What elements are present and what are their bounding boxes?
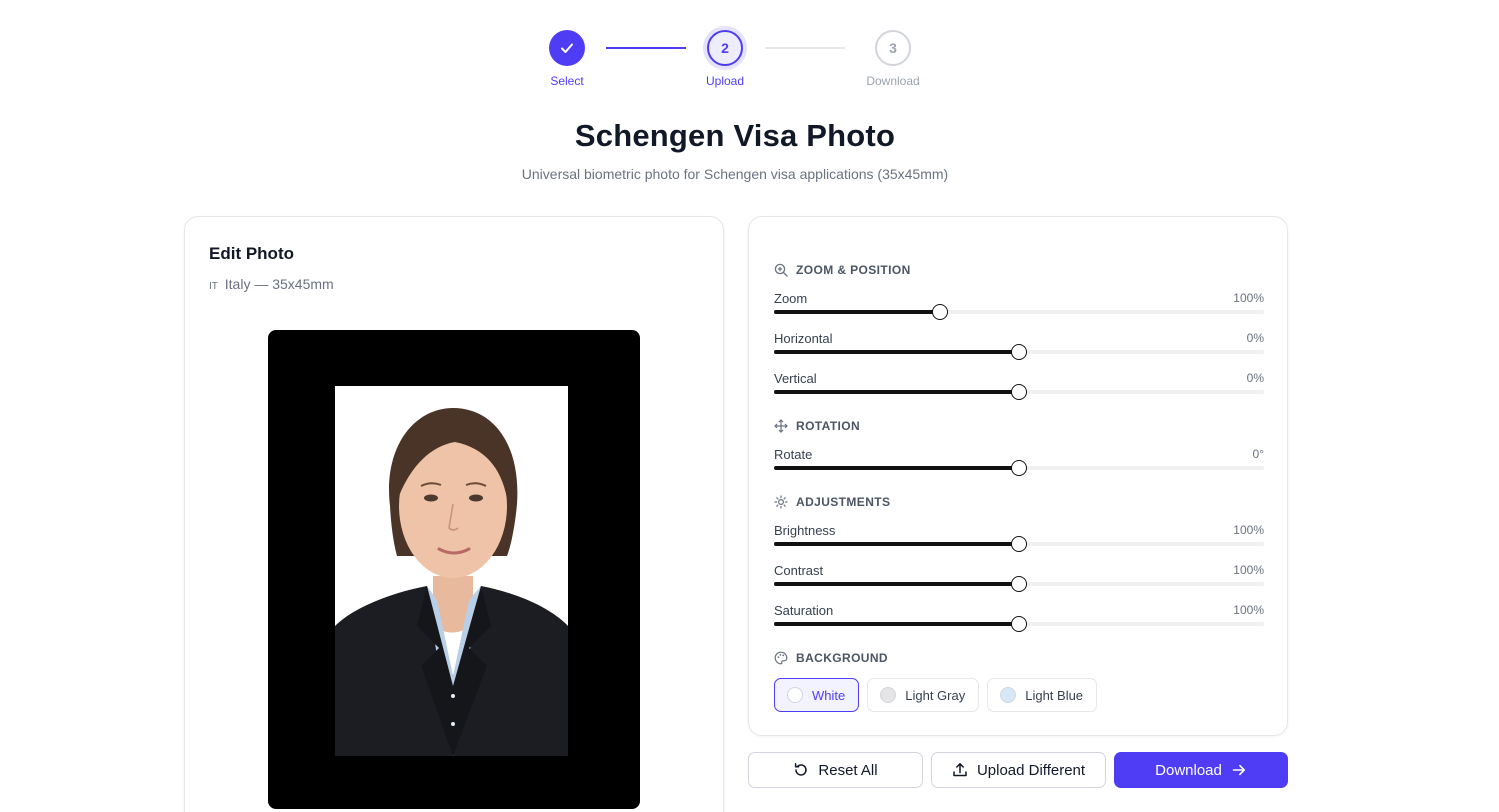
light-gray-swatch (880, 687, 897, 703)
contrast-slider-value: 100% (1233, 563, 1264, 577)
portrait-photo[interactable] (335, 386, 568, 756)
upload-icon (952, 762, 968, 778)
rotate-slider[interactable]: Rotate 0° (774, 447, 1264, 483)
saturation-slider-label: Saturation (774, 603, 834, 618)
background-heading-text: BACKGROUND (796, 651, 888, 665)
slider-track[interactable] (774, 536, 1264, 552)
step-download-label: Download (866, 74, 920, 88)
slider-thumb[interactable] (1011, 576, 1027, 592)
slider-track[interactable] (774, 460, 1264, 476)
palette-icon (774, 651, 788, 665)
adjustments-card: ZOOM & POSITION Zoom 100% Horizontal 0% … (748, 216, 1288, 736)
reset-icon (793, 762, 809, 778)
saturation-slider[interactable]: Saturation 100% (774, 603, 1264, 639)
arrow-right-icon (1231, 762, 1247, 778)
portrait-image (335, 386, 568, 756)
download-label: Download (1155, 761, 1222, 779)
rotate-slider-value: 0° (1252, 447, 1264, 461)
photo-editor-page: Select 2 Upload 3 Download Schengen Visa… (0, 0, 1499, 812)
step-upload[interactable]: 2 Upload (685, 30, 765, 88)
bg-option-light-blue-label: Light Blue (1025, 687, 1084, 703)
page-title: Schengen Visa Photo (574, 118, 896, 153)
slider-fill (774, 310, 940, 314)
bg-option-white-label: White (812, 687, 846, 703)
slider-track[interactable] (774, 384, 1264, 400)
rotation-heading: ROTATION (774, 419, 860, 433)
bg-option-white[interactable]: White (774, 678, 860, 712)
step-select[interactable]: Select (527, 30, 607, 88)
rotation-heading-text: ROTATION (796, 419, 861, 433)
contrast-slider-label: Contrast (774, 563, 824, 578)
background-options: White Light Gray Light Blue (774, 678, 1098, 712)
page-subtitle: Universal biometric photo for Schengen v… (521, 166, 949, 182)
slider-track[interactable] (774, 344, 1264, 360)
photo-preview[interactable] (268, 330, 640, 809)
contrast-slider[interactable]: Contrast 100% (774, 563, 1264, 599)
slider-fill (774, 466, 1019, 470)
zoom-slider-label: Zoom (774, 291, 808, 306)
bg-option-light-gray[interactable]: Light Gray (867, 678, 980, 712)
step-select-label: Select (550, 74, 584, 88)
brightness-slider[interactable]: Brightness 100% (774, 523, 1264, 559)
brightness-slider-label: Brightness (774, 523, 836, 538)
slider-fill (774, 390, 1019, 394)
vertical-slider[interactable]: Vertical 0% (774, 371, 1264, 407)
zoom-position-heading: ZOOM & POSITION (774, 263, 911, 277)
slider-fill (774, 542, 1019, 546)
country-flag: IT (209, 281, 218, 292)
upload-different-button[interactable]: Upload Different (931, 752, 1106, 788)
step-download-circle: 3 (875, 30, 911, 66)
slider-thumb[interactable] (1011, 384, 1027, 400)
edit-photo-title: Edit Photo (209, 244, 294, 263)
slider-fill (774, 350, 1019, 354)
adjustments-heading: ADJUSTMENTS (774, 495, 890, 509)
upload-different-label: Upload Different (976, 761, 1086, 779)
reset-all-label: Reset All (818, 761, 878, 779)
step-upload-label: Upload (705, 74, 745, 88)
slider-fill (774, 582, 1019, 586)
photo-spec-text: Italy — 35x45mm (224, 276, 334, 292)
slider-thumb[interactable] (1011, 344, 1027, 360)
horizontal-slider-value: 0% (1246, 331, 1264, 345)
slider-thumb[interactable] (1011, 536, 1027, 552)
horizontal-slider[interactable]: Horizontal 0% (774, 331, 1264, 367)
slider-fill (774, 622, 1019, 626)
check-icon (561, 43, 573, 53)
bg-option-light-blue[interactable]: Light Blue (987, 678, 1098, 712)
move-icon (774, 419, 788, 433)
slider-thumb[interactable] (932, 304, 948, 320)
white-swatch (787, 687, 803, 703)
bg-option-light-gray-label: Light Gray (905, 687, 966, 703)
edit-photo-card: Edit Photo IT Italy — 35x45mm (184, 216, 724, 812)
slider-track[interactable] (774, 616, 1264, 632)
sun-icon (774, 495, 788, 509)
photo-spec: IT Italy — 35x45mm (209, 276, 334, 292)
zoom-slider[interactable]: Zoom 100% (774, 291, 1264, 327)
brightness-slider-value: 100% (1233, 523, 1264, 537)
background-heading: BACKGROUND (774, 651, 888, 665)
step-select-circle (549, 30, 585, 66)
step-upload-circle: 2 (707, 30, 743, 66)
reset-all-button[interactable]: Reset All (748, 752, 923, 788)
step-connector-1 (606, 47, 686, 49)
zoom-slider-value: 100% (1233, 291, 1264, 305)
slider-track[interactable] (774, 576, 1264, 592)
rotate-slider-label: Rotate (774, 447, 813, 462)
slider-thumb[interactable] (1011, 460, 1027, 476)
adjustments-heading-text: ADJUSTMENTS (796, 495, 891, 509)
download-button[interactable]: Download (1114, 752, 1288, 788)
slider-track[interactable] (774, 304, 1264, 320)
step-connector-2 (765, 47, 845, 49)
horizontal-slider-label: Horizontal (774, 331, 833, 346)
zoom-in-icon (774, 263, 788, 277)
step-download[interactable]: 3 Download (853, 30, 933, 88)
zoom-position-heading-text: ZOOM & POSITION (796, 263, 911, 277)
light-blue-swatch (1000, 687, 1017, 703)
slider-thumb[interactable] (1011, 616, 1027, 632)
vertical-slider-label: Vertical (774, 371, 817, 386)
vertical-slider-value: 0% (1246, 371, 1264, 385)
saturation-slider-value: 100% (1233, 603, 1264, 617)
